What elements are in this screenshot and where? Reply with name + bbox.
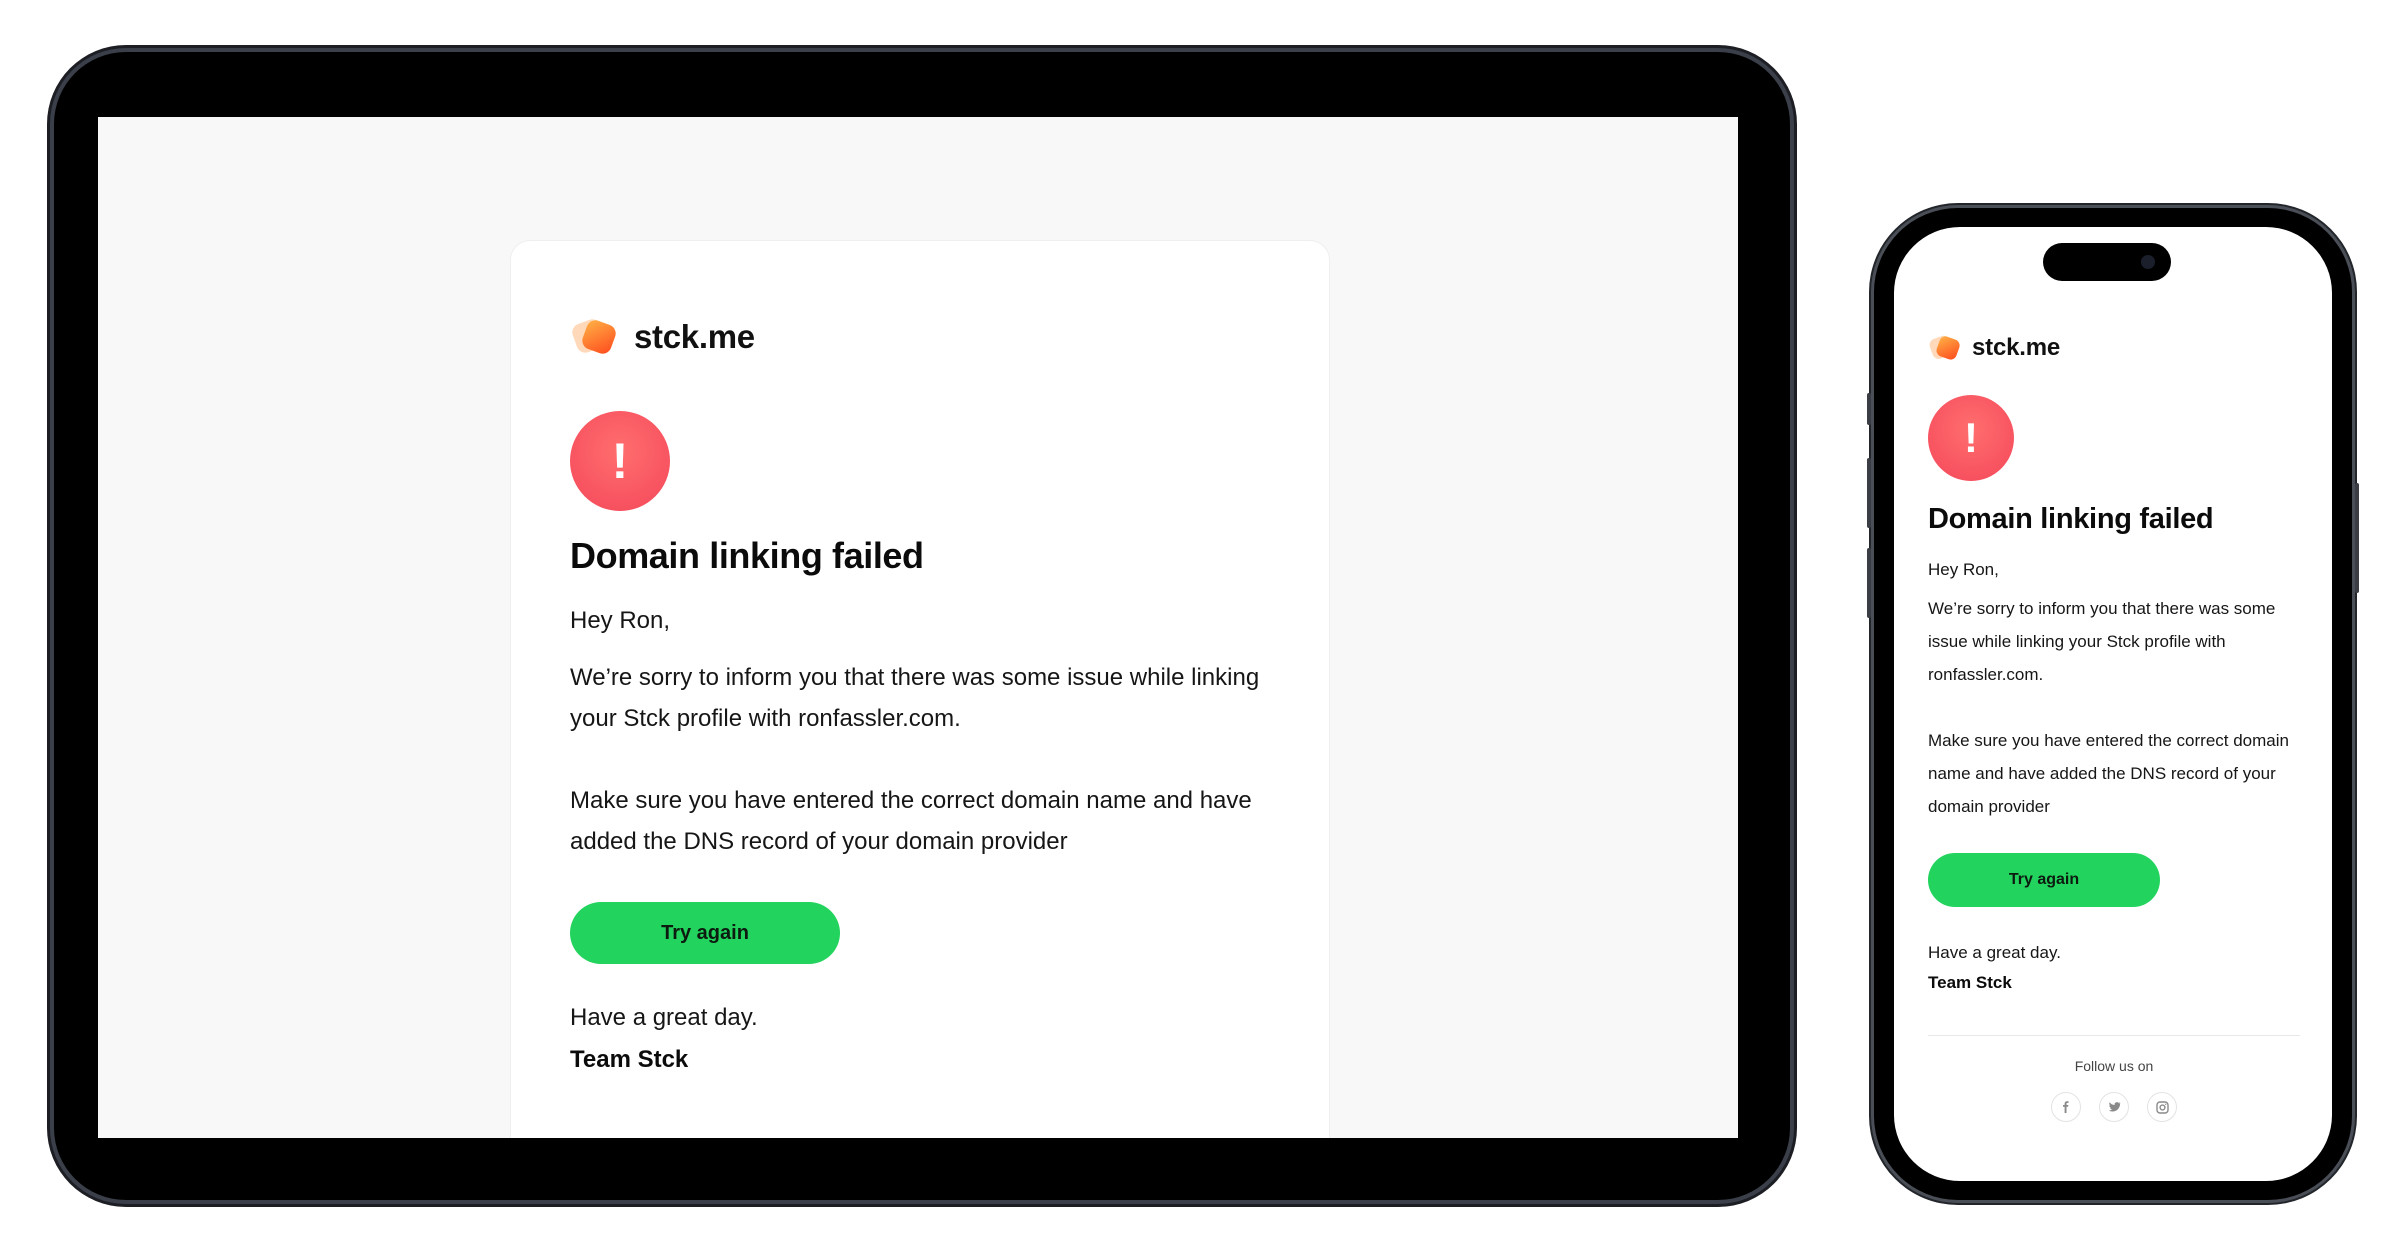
email-title: Domain linking failed bbox=[570, 535, 924, 576]
brand-header: stck.me bbox=[570, 313, 1270, 361]
try-again-button[interactable]: Try again bbox=[570, 902, 840, 964]
email-card: stck.me ! Domain linking failed Hey Ron,… bbox=[510, 240, 1330, 1138]
try-again-button[interactable]: Try again bbox=[1928, 853, 2160, 907]
message-paragraph-1: We’re sorry to inform you that there was… bbox=[1928, 599, 2276, 684]
phone-action-button bbox=[1867, 393, 1871, 425]
stck-logo-icon bbox=[572, 319, 616, 354]
divider bbox=[1928, 1035, 2300, 1036]
phone-device-frame: stck.me ! Domain linking failed Hey Ron,… bbox=[1867, 208, 2359, 1200]
twitter-icon[interactable] bbox=[2099, 1092, 2129, 1122]
social-links bbox=[1928, 1092, 2300, 1122]
email-content-mobile: stck.me ! Domain linking failed Hey Ron,… bbox=[1928, 331, 2308, 1122]
phone-screen: stck.me ! Domain linking failed Hey Ron,… bbox=[1894, 227, 2332, 1181]
stck-logo-icon bbox=[1929, 335, 1960, 360]
phone-power-button bbox=[2355, 483, 2359, 593]
message-paragraph-2: Make sure you have entered the correct d… bbox=[570, 787, 1252, 855]
alert-icon: ! bbox=[570, 411, 670, 511]
team-signature: Team Stck bbox=[570, 1046, 689, 1073]
brand-header-mobile: stck.me bbox=[1928, 331, 2308, 365]
dynamic-island bbox=[2043, 243, 2171, 281]
team-signature: Team Stck bbox=[1928, 973, 2012, 992]
follow-us-label: Follow us on bbox=[2074, 1058, 2154, 1074]
signoff-text: Have a great day. bbox=[1928, 943, 2061, 962]
phone-volume-down-button bbox=[1867, 548, 1871, 618]
tablet-device-frame: stck.me ! Domain linking failed Hey Ron,… bbox=[54, 52, 1790, 1200]
signoff-text: Have a great day. bbox=[570, 1004, 758, 1031]
message-paragraph-2: Make sure you have entered the correct d… bbox=[1928, 731, 2289, 816]
greeting: Hey Ron, bbox=[1928, 560, 1999, 579]
tablet-screen: stck.me ! Domain linking failed Hey Ron,… bbox=[98, 117, 1738, 1138]
email-content: stck.me ! Domain linking failed Hey Ron,… bbox=[570, 313, 1270, 1074]
email-title: Domain linking failed bbox=[1928, 503, 2214, 535]
brand-name: stck.me bbox=[634, 318, 755, 355]
instagram-icon[interactable] bbox=[2147, 1092, 2177, 1122]
greeting: Hey Ron, bbox=[570, 607, 671, 634]
message-paragraph-1: We’re sorry to inform you that there was… bbox=[570, 664, 1260, 732]
brand-name: stck.me bbox=[1972, 334, 2060, 361]
phone-volume-up-button bbox=[1867, 458, 1871, 528]
facebook-icon[interactable] bbox=[2051, 1092, 2081, 1122]
camera-icon bbox=[2141, 255, 2155, 269]
alert-icon: ! bbox=[1928, 395, 2014, 481]
